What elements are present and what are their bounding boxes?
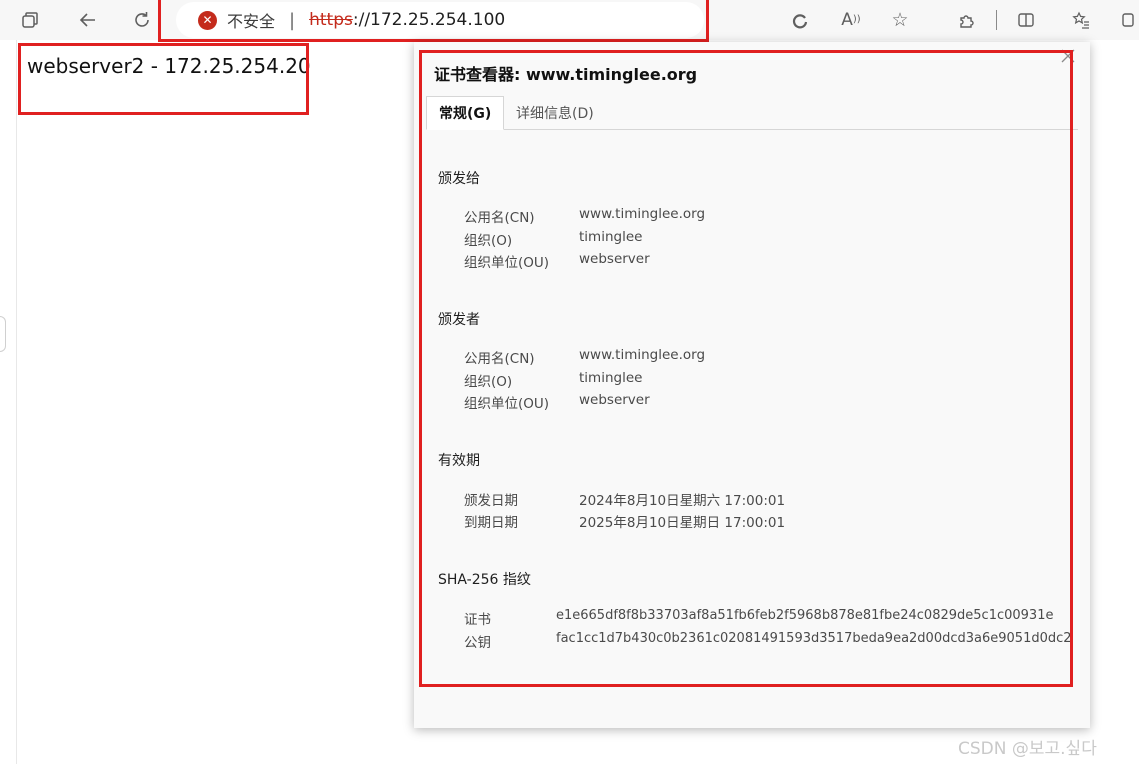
refresh-icon[interactable] [128, 6, 156, 34]
sidebar-edge [16, 40, 17, 764]
extensions-icon[interactable] [953, 6, 981, 34]
read-aloud-icon[interactable]: A)) [837, 6, 865, 34]
address-highlight-box [158, 0, 709, 42]
favorite-star-icon[interactable]: ☆ [886, 6, 914, 34]
certificate-highlight-box [419, 50, 1073, 687]
tab-actions-icon[interactable] [16, 6, 44, 34]
page-text-highlight-box [18, 43, 309, 115]
collections-icon[interactable] [1116, 6, 1139, 34]
back-icon[interactable] [74, 6, 102, 34]
favorites-list-icon[interactable] [1067, 6, 1095, 34]
edge-refresh-icon[interactable] [786, 6, 814, 34]
toolbar-divider [996, 10, 997, 30]
sidebar-handle[interactable] [0, 316, 6, 352]
split-screen-icon[interactable] [1012, 6, 1040, 34]
watermark: CSDN @보고.싶다 [958, 739, 1097, 759]
